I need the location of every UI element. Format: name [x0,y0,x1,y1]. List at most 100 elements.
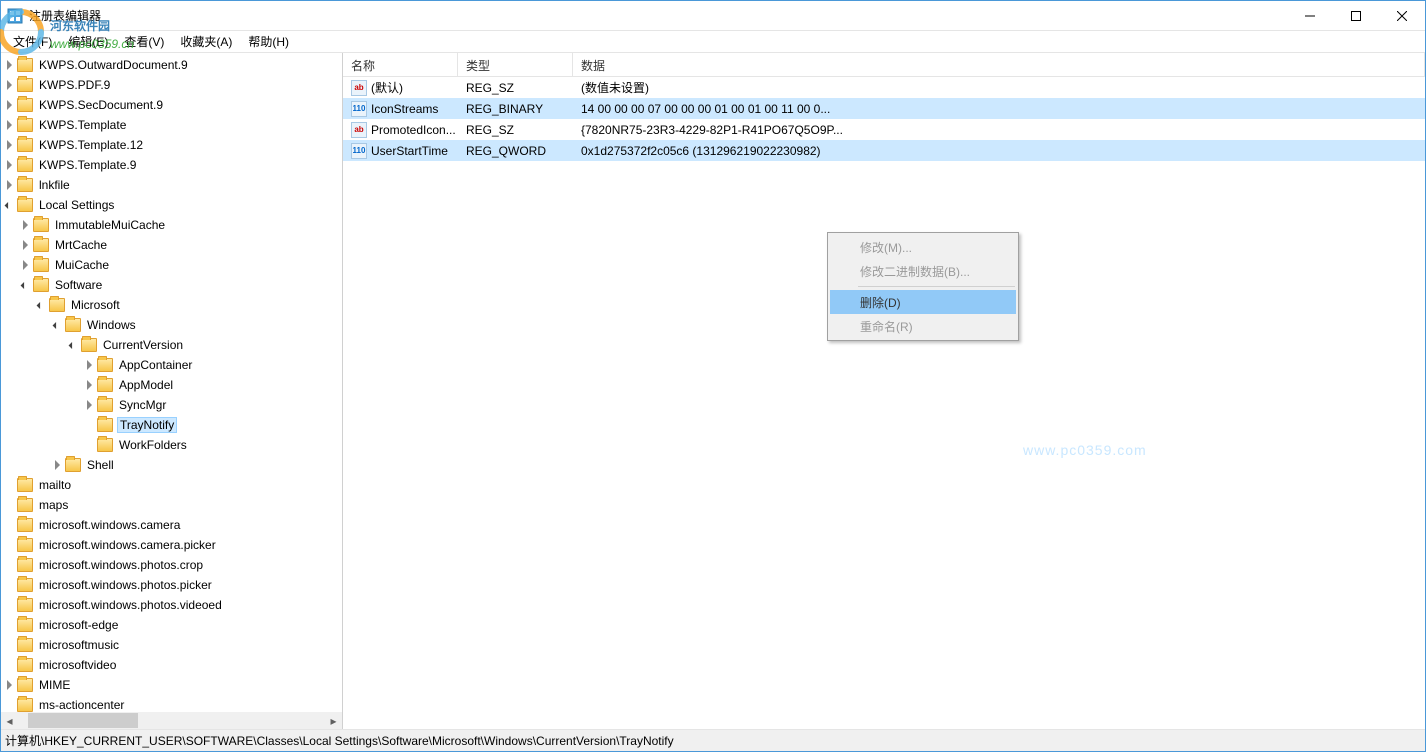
tree-item-label: KWPS.PDF.9 [37,78,112,92]
tree-item[interactable]: WorkFolders [1,435,342,455]
tree-item[interactable]: mailto [1,475,342,495]
tree-item[interactable]: KWPS.OutwardDocument.9 [1,55,342,75]
tree-item[interactable]: maps [1,495,342,515]
scroll-track[interactable] [18,712,325,729]
tree-item[interactable]: Microsoft [1,295,342,315]
tree-item[interactable]: lnkfile [1,175,342,195]
scroll-thumb[interactable] [28,713,138,728]
expander-icon[interactable] [1,197,17,213]
tree: KWPS.OutwardDocument.9 KWPS.PDF.9 KWPS.Sec… [1,53,342,712]
folder-icon [17,598,33,612]
tree-item[interactable]: Local Settings [1,195,342,215]
expander-icon[interactable] [81,397,97,413]
tree-item[interactable]: microsoftmusic [1,635,342,655]
expander-icon[interactable] [81,357,97,373]
tree-item[interactable]: microsoft.windows.camera.picker [1,535,342,555]
tree-item[interactable]: microsoft.windows.photos.crop [1,555,342,575]
context-modify[interactable]: 修改(M)... [830,235,1016,259]
tree-scroll[interactable]: KWPS.OutwardDocument.9 KWPS.PDF.9 KWPS.Sec… [1,53,342,712]
tree-item[interactable]: MIME [1,675,342,695]
value-data: {7820NR75-23R3-4229-82P1-R41PO67Q5O9P... [573,123,1425,137]
close-button[interactable] [1379,1,1425,30]
expander-icon[interactable] [49,457,65,473]
tree-item[interactable]: microsoft-edge [1,615,342,635]
tree-item[interactable]: KWPS.Template [1,115,342,135]
folder-icon [49,298,65,312]
tree-item[interactable]: KWPS.SecDocument.9 [1,95,342,115]
expander-icon[interactable] [1,77,17,93]
tree-item[interactable]: ms-actioncenter [1,695,342,712]
tree-item[interactable]: SyncMgr [1,395,342,415]
value-row[interactable]: ab(默认)REG_SZ(数值未设置) [343,77,1425,98]
tree-item[interactable]: MrtCache [1,235,342,255]
expander-icon[interactable] [1,157,17,173]
value-type: REG_QWORD [458,144,573,158]
expander-icon[interactable] [81,377,97,393]
menu-view[interactable]: 查看(V) [116,31,172,52]
window-title: 注册表编辑器 [29,7,1287,24]
folder-icon [33,238,49,252]
context-delete[interactable]: 删除(D) [830,290,1016,314]
expander-icon[interactable] [17,237,33,253]
context-modify-binary[interactable]: 修改二进制数据(B)... [830,259,1016,283]
expander-icon[interactable] [1,177,17,193]
tree-item[interactable]: Windows [1,315,342,335]
expander-icon[interactable] [33,297,49,313]
expander-icon[interactable] [49,317,65,333]
value-name: IconStreams [371,102,438,116]
scroll-left-button[interactable]: ◂ [1,712,18,729]
expander-icon[interactable] [1,117,17,133]
tree-item[interactable]: KWPS.PDF.9 [1,75,342,95]
app-icon [7,8,23,24]
tree-item-label: KWPS.Template.9 [37,158,138,172]
list-body[interactable]: ab(默认)REG_SZ(数值未设置)110IconStreamsREG_BIN… [343,77,1425,729]
minimize-icon [1305,11,1315,21]
tree-item[interactable]: microsoft.windows.photos.picker [1,575,342,595]
maximize-button[interactable] [1333,1,1379,30]
column-type[interactable]: 类型 [458,53,573,76]
menubar: 文件(F) 编辑(E) 查看(V) 收藏夹(A) 帮助(H) [1,31,1425,53]
column-data[interactable]: 数据 [573,53,1425,76]
tree-item-label: KWPS.SecDocument.9 [37,98,165,112]
expander-icon[interactable] [65,337,81,353]
list-pane: 名称 类型 数据 ab(默认)REG_SZ(数值未设置)110IconStrea… [343,53,1425,729]
menu-favorites[interactable]: 收藏夹(A) [172,31,240,52]
tree-item[interactable]: AppModel [1,375,342,395]
tree-item-label: Windows [85,318,138,332]
folder-icon [17,78,33,92]
expander-icon[interactable] [17,277,33,293]
tree-item[interactable]: KWPS.Template.12 [1,135,342,155]
expander-icon[interactable] [17,257,33,273]
value-row[interactable]: 110IconStreamsREG_BINARY14 00 00 00 07 0… [343,98,1425,119]
folder-icon [97,398,113,412]
expander-icon[interactable] [1,97,17,113]
expander-icon[interactable] [1,677,17,693]
menu-file[interactable]: 文件(F) [5,31,60,52]
column-name[interactable]: 名称 [343,53,458,76]
value-row[interactable]: abPromotedIcon...REG_SZ{7820NR75-23R3-42… [343,119,1425,140]
value-name: PromotedIcon... [371,123,456,137]
scroll-right-button[interactable]: ▸ [325,712,342,729]
menu-edit[interactable]: 编辑(E) [60,31,116,52]
context-rename[interactable]: 重命名(R) [830,314,1016,338]
tree-item[interactable]: ImmutableMuiCache [1,215,342,235]
tree-item[interactable]: microsoft.windows.camera [1,515,342,535]
tree-item[interactable]: microsoftvideo [1,655,342,675]
tree-item[interactable]: AppContainer [1,355,342,375]
expander-icon[interactable] [1,57,17,73]
tree-horizontal-scrollbar[interactable]: ◂ ▸ [1,712,342,729]
menu-help[interactable]: 帮助(H) [240,31,297,52]
minimize-button[interactable] [1287,1,1333,30]
tree-item[interactable]: Software [1,275,342,295]
expander-icon[interactable] [1,137,17,153]
tree-item[interactable]: CurrentVersion [1,335,342,355]
tree-item[interactable]: MuiCache [1,255,342,275]
tree-item[interactable]: Shell [1,455,342,475]
value-row[interactable]: 110UserStartTimeREG_QWORD0x1d275372f2c05… [343,140,1425,161]
context-separator [858,286,1015,287]
tree-item[interactable]: microsoft.windows.photos.videoed [1,595,342,615]
tree-item-label: Shell [85,458,116,472]
tree-item[interactable]: TrayNotify [1,415,342,435]
expander-icon[interactable] [17,217,33,233]
tree-item[interactable]: KWPS.Template.9 [1,155,342,175]
